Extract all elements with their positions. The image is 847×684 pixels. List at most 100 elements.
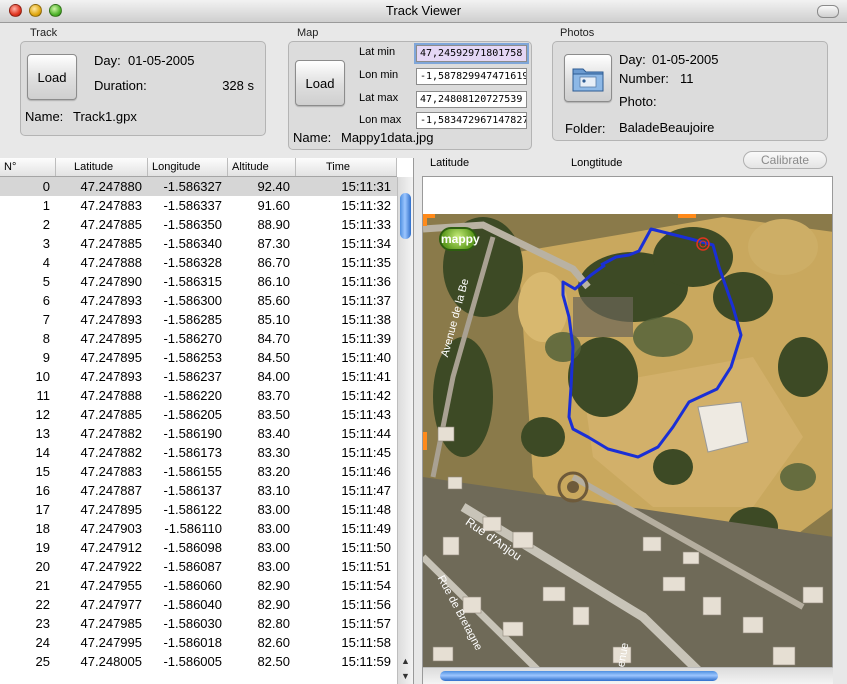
table-cell: 82.90 bbox=[257, 578, 290, 593]
table-cell: -1.586190 bbox=[163, 426, 222, 441]
table-cell: -1.586122 bbox=[163, 502, 222, 517]
table-row[interactable]: 20 47.247922 -1.586087 83.00 15:11:51 bbox=[0, 557, 397, 576]
table-cell: 91.60 bbox=[257, 198, 290, 213]
table-cell: 47.247885 bbox=[80, 217, 142, 232]
table-cell: 47.247995 bbox=[80, 635, 142, 650]
lat-max-field[interactable]: 47,24808120727539 bbox=[416, 91, 527, 108]
table-cell: 15:11:48 bbox=[341, 502, 391, 517]
table-cell: 11 bbox=[36, 388, 51, 403]
table-cell: 47.247883 bbox=[80, 464, 142, 479]
map-scroll-thumb[interactable] bbox=[440, 671, 718, 681]
track-name-label: Name: bbox=[25, 109, 64, 124]
table-row[interactable]: 1 47.247883 -1.586337 91.60 15:11:32 bbox=[0, 196, 397, 215]
column-header-longitude[interactable]: Longitude bbox=[148, 158, 228, 176]
table-row[interactable]: 5 47.247890 -1.586315 86.10 15:11:36 bbox=[0, 272, 397, 291]
scroll-up-arrow-icon[interactable]: ▲ bbox=[398, 654, 413, 668]
table-row[interactable]: 4 47.247888 -1.586328 86.70 15:11:35 bbox=[0, 253, 397, 272]
photos-day-value: 01-05-2005 bbox=[652, 52, 719, 67]
photos-folder-button[interactable] bbox=[564, 54, 612, 102]
map-name-label: Name: bbox=[293, 130, 332, 145]
track-duration-label: Duration: bbox=[94, 78, 147, 93]
table-cell: 47.247893 bbox=[80, 369, 142, 384]
lon-min-label: Lon min bbox=[359, 69, 399, 81]
map-load-button[interactable]: Load bbox=[295, 60, 345, 106]
table-cell: 17 bbox=[35, 502, 50, 517]
table-cell: 47.247977 bbox=[80, 597, 142, 612]
table-cell: 4 bbox=[42, 255, 50, 270]
column-header-altitude[interactable]: Altitude bbox=[228, 158, 296, 176]
table-row[interactable]: 9 47.247895 -1.586253 84.50 15:11:40 bbox=[0, 348, 397, 367]
table-cell: -1.586173 bbox=[163, 445, 222, 460]
map-longitude-label: Longtitude bbox=[571, 157, 623, 169]
table-cell: 47.247882 bbox=[80, 426, 142, 441]
column-header-time[interactable]: Time bbox=[296, 158, 397, 176]
table-row[interactable]: 3 47.247885 -1.586340 87.30 15:11:34 bbox=[0, 234, 397, 253]
table-row[interactable]: 17 47.247895 -1.586122 83.00 15:11:48 bbox=[0, 500, 397, 519]
lon-max-field[interactable]: -1,583472967147827 bbox=[416, 112, 527, 129]
table-row[interactable]: 18 47.247903 -1.586110 83.00 15:11:49 bbox=[0, 519, 397, 538]
table-cell: -1.586350 bbox=[163, 217, 222, 232]
map-horizontal-scrollbar[interactable] bbox=[423, 667, 833, 684]
table-cell: 15:11:51 bbox=[341, 559, 391, 574]
table-row[interactable]: 19 47.247912 -1.586098 83.00 15:11:50 bbox=[0, 538, 397, 557]
table-scroll-thumb[interactable] bbox=[400, 193, 411, 239]
table-vertical-scrollbar[interactable]: ▲ ▼ bbox=[397, 177, 413, 684]
toolbar-toggle-button[interactable] bbox=[817, 5, 839, 18]
table-cell: 15:11:41 bbox=[341, 369, 391, 384]
table-row[interactable]: 15 47.247883 -1.586155 83.20 15:11:46 bbox=[0, 462, 397, 481]
table-row[interactable]: 7 47.247893 -1.586285 85.10 15:11:38 bbox=[0, 310, 397, 329]
table-cell: 5 bbox=[42, 274, 50, 289]
table-cell: 15:11:38 bbox=[341, 312, 391, 327]
table-row[interactable]: 22 47.247977 -1.586040 82.90 15:11:56 bbox=[0, 595, 397, 614]
map-latitude-label: Latitude bbox=[430, 157, 470, 169]
photos-group: Day: 01-05-2005 Number: 11 Photo: Folder… bbox=[552, 41, 828, 141]
lat-min-label: Lat min bbox=[359, 46, 396, 58]
table-row[interactable]: 16 47.247887 -1.586137 83.10 15:11:47 bbox=[0, 481, 397, 500]
table-cell: 47.248005 bbox=[80, 654, 142, 669]
table-cell: 15:11:54 bbox=[341, 578, 391, 593]
table-cell: 15:11:45 bbox=[341, 445, 391, 460]
table-row[interactable]: 23 47.247985 -1.586030 82.80 15:11:57 bbox=[0, 614, 397, 633]
table-row[interactable]: 21 47.247955 -1.586060 82.90 15:11:54 bbox=[0, 576, 397, 595]
table-row[interactable]: 8 47.247895 -1.586270 84.70 15:11:39 bbox=[0, 329, 397, 348]
track-duration-value: 328 s bbox=[222, 78, 254, 93]
map-view[interactable]: mappy Avenue de la Be Rue d'Anjou Rue de… bbox=[422, 176, 833, 684]
table-row[interactable]: 14 47.247882 -1.586173 83.30 15:11:45 bbox=[0, 443, 397, 462]
table-cell: 15:11:57 bbox=[341, 616, 391, 631]
table-row[interactable]: 13 47.247882 -1.586190 83.40 15:11:44 bbox=[0, 424, 397, 443]
table-cell: -1.586328 bbox=[163, 255, 222, 270]
table-row[interactable]: 6 47.247893 -1.586300 85.60 15:11:37 bbox=[0, 291, 397, 310]
table-cell: 82.60 bbox=[257, 635, 290, 650]
track-day-value: 01-05-2005 bbox=[128, 53, 195, 68]
table-row[interactable]: 24 47.247995 -1.586018 82.60 15:11:58 bbox=[0, 633, 397, 652]
table-row[interactable]: 25 47.248005 -1.586005 82.50 15:11:59 bbox=[0, 652, 397, 671]
lon-min-field[interactable]: -1,587829947471619 bbox=[416, 68, 527, 85]
table-cell: -1.586340 bbox=[163, 236, 222, 251]
table-cell: -1.586040 bbox=[163, 597, 222, 612]
table-cell: -1.586030 bbox=[163, 616, 222, 631]
table-cell: -1.586337 bbox=[163, 198, 222, 213]
lat-min-field[interactable]: 47,24592971801758 bbox=[416, 45, 527, 62]
map-section-label: Map bbox=[297, 27, 319, 39]
table-cell: 0 bbox=[42, 179, 50, 194]
lat-max-label: Lat max bbox=[359, 92, 399, 104]
table-cell: 15:11:33 bbox=[341, 217, 391, 232]
table-cell: 15:11:50 bbox=[341, 540, 391, 555]
table-row[interactable]: 12 47.247885 -1.586205 83.50 15:11:43 bbox=[0, 405, 397, 424]
photos-folder-label: Folder: bbox=[565, 121, 606, 136]
column-header-latitude[interactable]: Latitude bbox=[56, 158, 148, 176]
table-row[interactable]: 11 47.247888 -1.586220 83.70 15:11:42 bbox=[0, 386, 397, 405]
column-header-number[interactable]: N° bbox=[0, 158, 56, 176]
calibrate-button[interactable]: Calibrate bbox=[743, 151, 827, 169]
track-points-table[interactable]: N° Latitude Longitude Altitude Time 0 47.… bbox=[0, 158, 414, 684]
table-cell: 16 bbox=[35, 483, 50, 498]
track-load-button[interactable]: Load bbox=[27, 54, 77, 100]
table-cell: 15:11:31 bbox=[341, 179, 391, 194]
table-row[interactable]: 10 47.247893 -1.586237 84.00 15:11:41 bbox=[0, 367, 397, 386]
table-cell: 82.50 bbox=[257, 654, 290, 669]
table-row[interactable]: 2 47.247885 -1.586350 88.90 15:11:33 bbox=[0, 215, 397, 234]
scroll-down-arrow-icon[interactable]: ▼ bbox=[398, 669, 413, 683]
track-day-label: Day: bbox=[94, 53, 121, 68]
table-cell: 86.10 bbox=[257, 274, 290, 289]
table-row[interactable]: 0 47.247880 -1.586327 92.40 15:11:31 bbox=[0, 177, 397, 196]
